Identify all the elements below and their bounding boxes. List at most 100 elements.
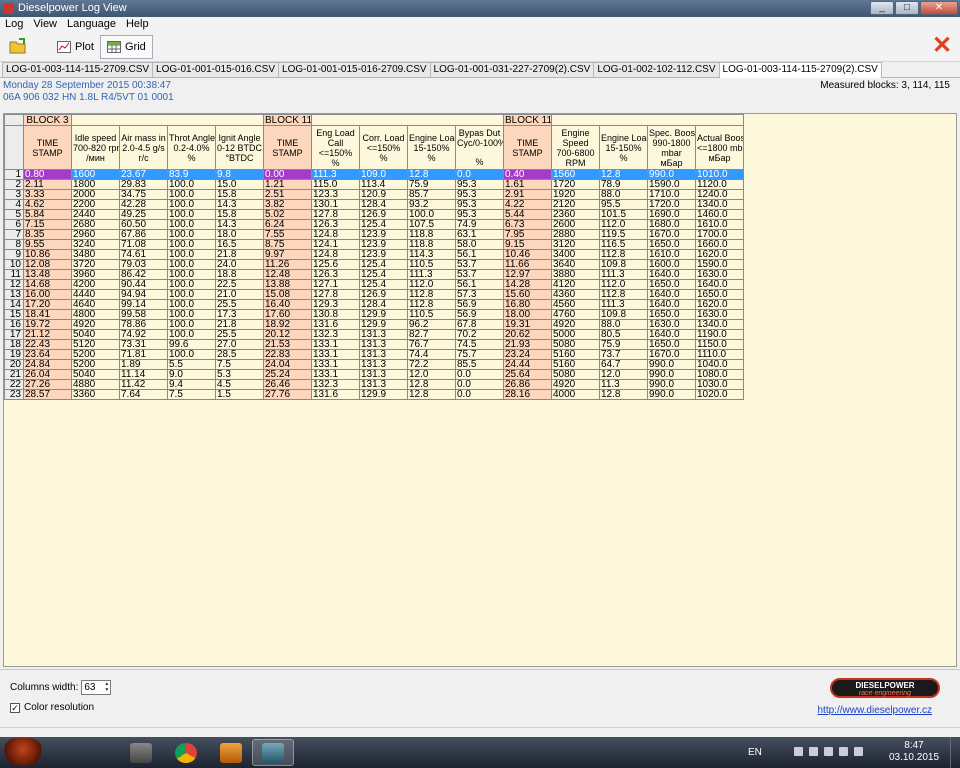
grid-cell[interactable]: 16.00 bbox=[23, 289, 72, 300]
grid-cell[interactable]: 15.0 bbox=[215, 179, 264, 190]
grid-cell[interactable]: 29.83 bbox=[119, 179, 168, 190]
grid-cell[interactable]: 4880 bbox=[71, 379, 120, 390]
column-header[interactable]: Engine Speed 700-6800 RPM bbox=[551, 125, 600, 170]
grid-cell[interactable]: 120.9 bbox=[359, 189, 408, 200]
grid-cell[interactable]: 75.9 bbox=[599, 339, 648, 350]
grid-cell[interactable]: 26.46 bbox=[263, 379, 312, 390]
grid-cell[interactable]: 67.86 bbox=[119, 229, 168, 240]
grid-cell[interactable]: 1120.0 bbox=[695, 179, 744, 190]
grid-cell[interactable]: 4560 bbox=[551, 299, 600, 310]
grid-cell[interactable]: 131.3 bbox=[359, 339, 408, 350]
grid-cell[interactable]: 7.15 bbox=[23, 219, 72, 230]
grid-cell[interactable]: 20.12 bbox=[263, 329, 312, 340]
grid-cell[interactable]: 25.5 bbox=[215, 329, 264, 340]
grid-cell[interactable]: 27.76 bbox=[263, 389, 312, 400]
grid-cell[interactable]: 1650.0 bbox=[647, 239, 696, 250]
column-header[interactable]: Engine Load 15-150%% bbox=[407, 125, 456, 170]
table-row[interactable]: 17 21.12 5040 74.92 100.0 25.5 20.12 132.3 131.3… bbox=[4, 329, 744, 340]
grid-cell[interactable]: 123.3 bbox=[311, 189, 360, 200]
grid-cell[interactable]: 4640 bbox=[71, 299, 120, 310]
grid-cell[interactable]: 75.7 bbox=[455, 349, 504, 360]
grid-cell[interactable]: 9.8 bbox=[215, 169, 264, 180]
grid-cell[interactable]: 4000 bbox=[551, 389, 600, 400]
taskbar-app-dieselpower[interactable] bbox=[252, 739, 294, 766]
table-row[interactable]: 22 27.26 4880 11.42 9.4 4.5 26.46 132.3 131.3 12.… bbox=[4, 379, 744, 390]
grid-cell[interactable]: 12.8 bbox=[407, 169, 456, 180]
grid-cell[interactable]: 3480 bbox=[71, 249, 120, 260]
grid-cell[interactable]: 25.5 bbox=[215, 299, 264, 310]
grid-cell[interactable]: 2960 bbox=[71, 229, 120, 240]
grid-cell[interactable]: 58.0 bbox=[455, 239, 504, 250]
grid-cell[interactable]: 24.04 bbox=[263, 359, 312, 370]
grid-cell[interactable]: 100.0 bbox=[167, 269, 216, 280]
grid-cell[interactable]: 34.75 bbox=[119, 189, 168, 200]
row-number[interactable]: 21 bbox=[4, 369, 24, 380]
grid-cell[interactable]: 75.9 bbox=[407, 179, 456, 190]
grid-cell[interactable]: 83.9 bbox=[167, 169, 216, 180]
grid-cell[interactable]: 2440 bbox=[71, 209, 120, 220]
grid-cell[interactable]: 100.0 bbox=[167, 199, 216, 210]
grid-cell[interactable]: 12.0 bbox=[407, 369, 456, 380]
grid-cell[interactable]: 80.5 bbox=[599, 329, 648, 340]
tab-file[interactable]: LOG-01-001-015-016-2709.CSV bbox=[278, 62, 431, 77]
grid-cell[interactable]: 126.3 bbox=[311, 269, 360, 280]
grid-cell[interactable]: 2.11 bbox=[23, 179, 72, 190]
grid-cell[interactable]: 119.5 bbox=[599, 229, 648, 240]
grid-cell[interactable]: 100.0 bbox=[167, 219, 216, 230]
grid-cell[interactable]: 130.1 bbox=[311, 199, 360, 210]
grid-cell[interactable]: 5160 bbox=[551, 359, 600, 370]
grid-cell[interactable]: 0.0 bbox=[455, 169, 504, 180]
grid-cell[interactable]: 100.0 bbox=[167, 299, 216, 310]
grid-cell[interactable]: 93.2 bbox=[407, 199, 456, 210]
grid-cell[interactable]: 0.40 bbox=[503, 169, 552, 180]
grid-cell[interactable]: 1110.0 bbox=[695, 349, 744, 360]
grid-cell[interactable]: 11.66 bbox=[503, 259, 552, 270]
grid-cell[interactable]: 4920 bbox=[551, 319, 600, 330]
show-desktop-button[interactable] bbox=[950, 737, 960, 768]
grid-cell[interactable]: 53.7 bbox=[455, 269, 504, 280]
grid-cell[interactable]: 2.51 bbox=[263, 189, 312, 200]
grid-cell[interactable]: 21.53 bbox=[263, 339, 312, 350]
grid-cell[interactable]: 100.0 bbox=[167, 319, 216, 330]
column-header[interactable]: Bypas Dut Cyc/0-100%% bbox=[455, 125, 504, 170]
grid-cell[interactable]: 21.12 bbox=[23, 329, 72, 340]
grid-cell[interactable]: 4440 bbox=[71, 289, 120, 300]
grid-cell[interactable]: 14.3 bbox=[215, 199, 264, 210]
close-window-button[interactable]: ✕ bbox=[920, 1, 958, 15]
grid-cell[interactable]: 133.1 bbox=[311, 339, 360, 350]
grid-cell[interactable]: 99.14 bbox=[119, 299, 168, 310]
grid-cell[interactable]: 25.64 bbox=[503, 369, 552, 380]
grid-cell[interactable]: 1670.0 bbox=[647, 349, 696, 360]
row-number[interactable]: 1 bbox=[4, 169, 24, 180]
grid-cell[interactable]: 6.73 bbox=[503, 219, 552, 230]
close-log-icon[interactable]: ✕ bbox=[932, 34, 952, 58]
grid-cell[interactable]: 990.0 bbox=[647, 379, 696, 390]
grid-cell[interactable]: 5040 bbox=[71, 329, 120, 340]
grid-cell[interactable]: 5200 bbox=[71, 349, 120, 360]
grid-cell[interactable]: 1640.0 bbox=[695, 279, 744, 290]
grid-cell[interactable]: 1190.0 bbox=[695, 329, 744, 340]
grid-cell[interactable]: 1650.0 bbox=[647, 309, 696, 320]
grid-cell[interactable]: 21.0 bbox=[215, 289, 264, 300]
grid-cell[interactable]: 1680.0 bbox=[647, 219, 696, 230]
clock[interactable]: 8:47 03.10.2015 bbox=[882, 740, 946, 764]
grid-cell[interactable]: 18.0 bbox=[215, 229, 264, 240]
grid-cell[interactable]: 2200 bbox=[71, 199, 120, 210]
grid-cell[interactable]: 63.1 bbox=[455, 229, 504, 240]
grid-cell[interactable]: 1630.0 bbox=[695, 269, 744, 280]
grid-cell[interactable]: 125.4 bbox=[359, 259, 408, 270]
grid-cell[interactable]: 133.1 bbox=[311, 359, 360, 370]
row-number[interactable]: 12 bbox=[4, 279, 24, 290]
row-number[interactable]: 10 bbox=[4, 259, 24, 270]
grid-cell[interactable]: 7.5 bbox=[167, 389, 216, 400]
grid-cell[interactable]: 990.0 bbox=[647, 389, 696, 400]
grid-cell[interactable]: 3.82 bbox=[263, 199, 312, 210]
grid-cell[interactable]: 100.0 bbox=[167, 309, 216, 320]
grid-cell[interactable]: 123.9 bbox=[359, 249, 408, 260]
grid-cell[interactable]: 1.61 bbox=[503, 179, 552, 190]
row-number[interactable]: 18 bbox=[4, 339, 24, 350]
grid-cell[interactable]: 3360 bbox=[71, 389, 120, 400]
row-number[interactable]: 11 bbox=[4, 269, 24, 280]
grid-cell[interactable]: 1650.0 bbox=[647, 279, 696, 290]
grid-cell[interactable]: 0.00 bbox=[263, 169, 312, 180]
